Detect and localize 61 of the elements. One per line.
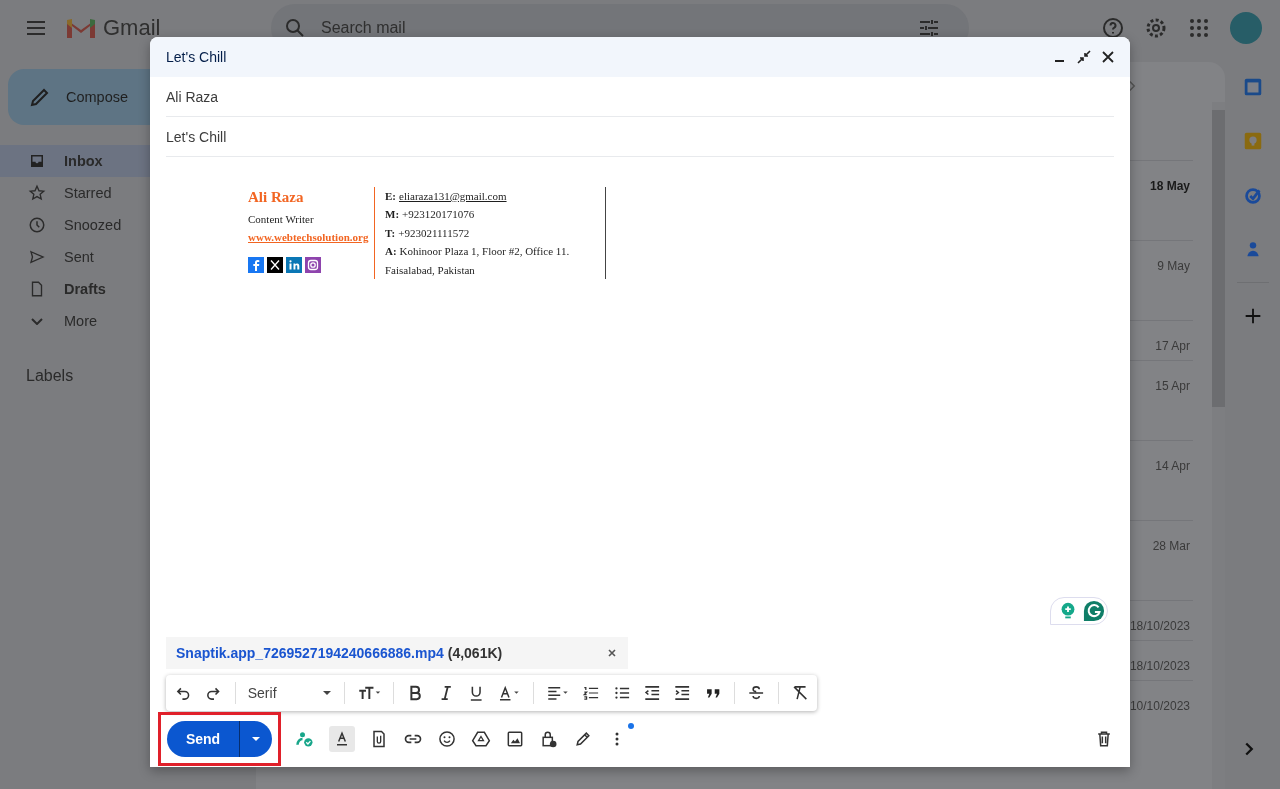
send-icon <box>28 248 46 266</box>
emoji-icon[interactable] <box>437 729 457 749</box>
mail-logo-icon <box>65 16 97 40</box>
signature-name: Ali Raza <box>248 189 305 206</box>
website-link[interactable]: www.webtechsolution.org <box>248 231 374 243</box>
inbox-icon <box>28 152 46 170</box>
mail-date: 18 May <box>1149 179 1190 195</box>
pen-icon[interactable] <box>573 729 593 749</box>
app-name: Gmail <box>103 15 162 41</box>
person-check-icon[interactable] <box>295 729 315 749</box>
sidebar-item[interactable]: Starred <box>0 177 240 209</box>
close-icon[interactable] <box>606 647 618 659</box>
mail-date: 10/10/2023 <box>1129 699 1190 715</box>
mail-date: 17 Apr <box>1155 339 1190 355</box>
settings-icon[interactable] <box>1144 16 1168 40</box>
mail-date: 9 May <box>1157 259 1190 275</box>
contact-line: Faisalabad, Pakistan <box>385 262 476 278</box>
indent-less-icon[interactable] <box>643 683 662 703</box>
sidebar-item[interactable]: Sent <box>0 241 240 273</box>
contact-line: T: +923021111572 <box>385 225 471 241</box>
instagram-icon[interactable] <box>305 257 321 273</box>
mail-date: 18/10/2023 <box>1129 659 1190 675</box>
sidebar-item[interactable]: More <box>0 305 240 337</box>
help-icon[interactable] <box>1101 16 1125 40</box>
font-dropdown[interactable]: Serif <box>247 685 333 701</box>
apps-grid-icon[interactable] <box>1187 16 1211 40</box>
chevron-down-icon <box>31 317 43 325</box>
close-icon[interactable] <box>1100 49 1116 65</box>
x-logo-icon[interactable] <box>267 257 283 273</box>
search-field[interactable]: Search mail <box>319 18 905 38</box>
triangle-drive-icon[interactable] <box>471 729 491 749</box>
subject-field[interactable]: Let's Chill <box>166 117 1114 157</box>
mail-date: 18/10/2023 <box>1129 619 1190 635</box>
contact-line: E: eliaraza131@gmail.com <box>385 189 508 204</box>
labels-heading: Labels <box>26 367 75 385</box>
mail-date: 28 Mar <box>1152 539 1190 555</box>
text-format-icon[interactable] <box>329 726 355 752</box>
caret-icon <box>251 734 261 744</box>
attachment-size: (4,061K) <box>447 645 503 661</box>
star-icon <box>28 184 46 202</box>
lock-clock-icon[interactable] <box>539 729 559 749</box>
signature-role: Content Writer <box>248 213 315 225</box>
indent-more-icon[interactable] <box>673 683 692 703</box>
sidebar-item[interactable]: Drafts <box>0 273 240 305</box>
mail-date: 14 Apr <box>1155 459 1190 475</box>
send-button[interactable]: Send <box>167 721 239 757</box>
attachment-chip[interactable]: Snaptik.app_7269527194240666886.mp4 (4,061K) <box>166 637 628 669</box>
clock-icon <box>28 216 46 234</box>
attachment-name[interactable]: Snaptik.app_7269527194240666886.mp4 <box>176 645 444 661</box>
compose-title: Let's Chill <box>166 49 227 65</box>
linkedin-icon[interactable] <box>286 257 302 273</box>
contact-line: M: +923120171076 <box>385 207 476 223</box>
caret-icon <box>322 688 333 698</box>
recipient-field[interactable]: Ali Raza <box>166 77 1114 117</box>
image-icon[interactable] <box>505 729 525 749</box>
facebook-icon[interactable] <box>248 257 264 273</box>
exit-fullscreen-icon[interactable] <box>1076 49 1092 65</box>
mail-date: 15 Apr <box>1155 379 1190 395</box>
g-letter-logo-icon[interactable] <box>1083 600 1105 622</box>
send-options-button[interactable] <box>239 721 272 757</box>
sidebar-item[interactable]: Snoozed <box>0 209 240 241</box>
